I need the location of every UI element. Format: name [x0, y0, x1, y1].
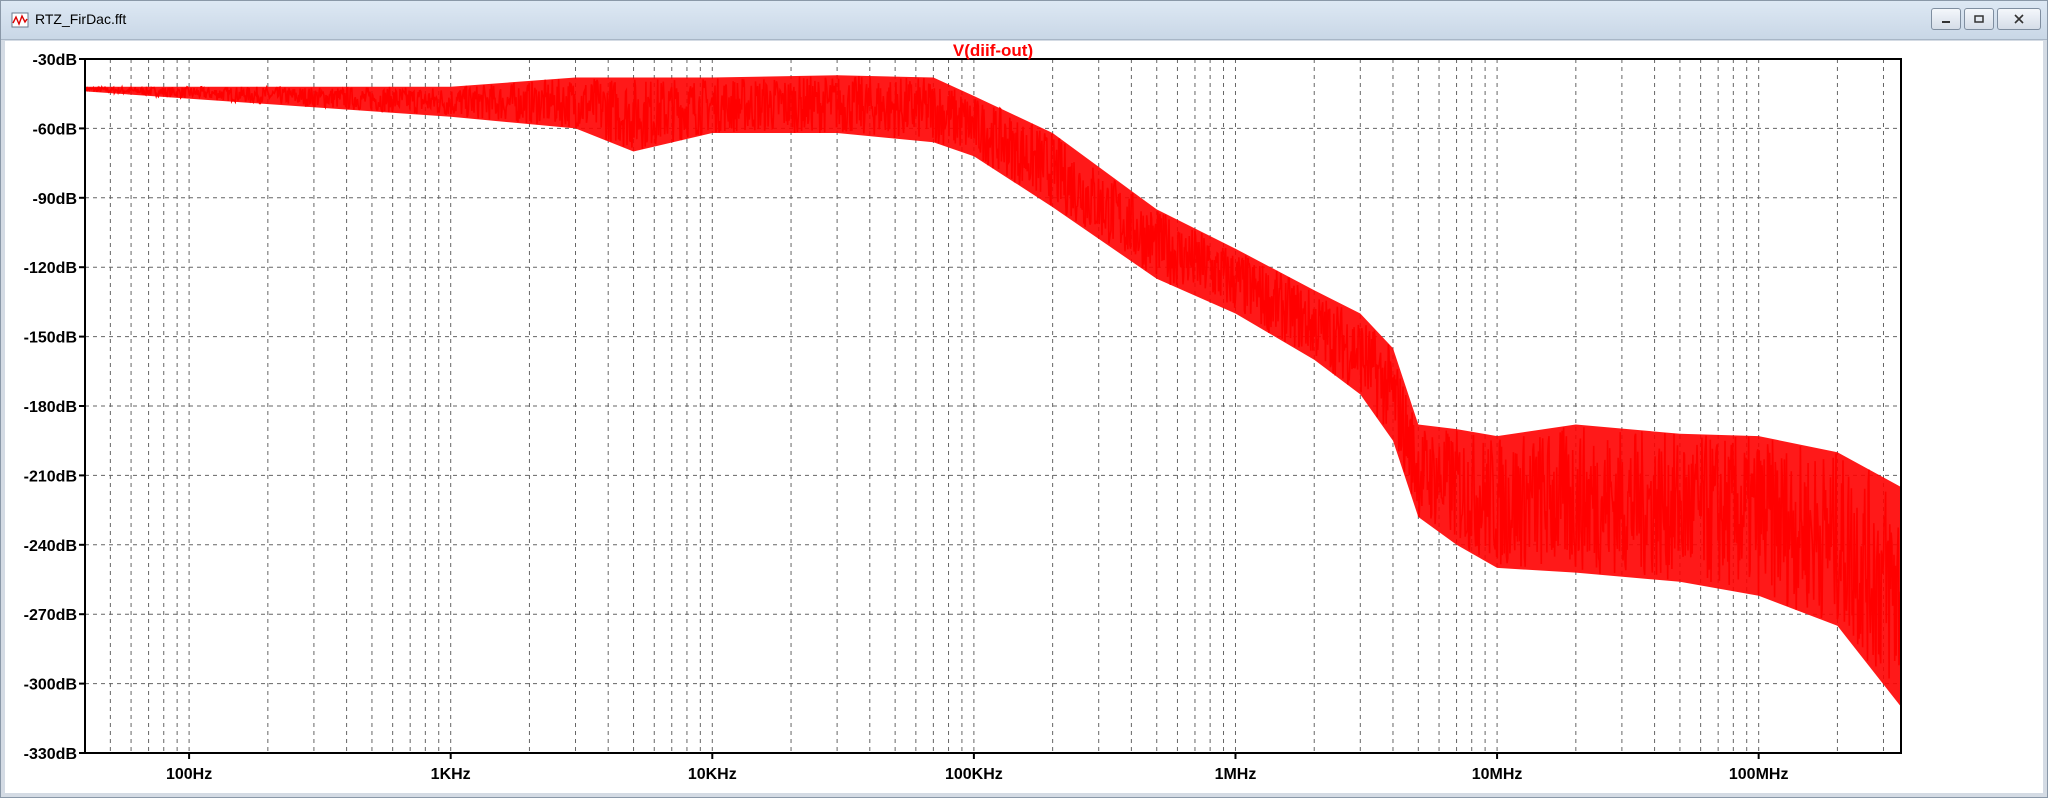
x-tick-label: 100KHz [945, 766, 1003, 783]
spectrum-trace [84, 76, 1902, 679]
minimize-button[interactable] [1931, 8, 1961, 30]
plot-area[interactable]: -30dB -60dB -90dB -120dB -150dB -180dB -210dB -… [5, 41, 2043, 793]
x-tick-label: 10KHz [688, 766, 737, 783]
spectrum-trace-line [84, 76, 1902, 679]
y-tick-label: -90dB [33, 191, 77, 208]
x-tick-label: 1MHz [1215, 766, 1257, 783]
spectrum-band [85, 75, 1901, 707]
x-axis-ticks: 100Hz 1KHz 10KHz 100KHz 1MHz 10MHz 100MHz [166, 753, 1788, 783]
y-tick-label: -300dB [24, 677, 77, 694]
plot-window: RTZ_FirDac.fft -30dB -60dB -90dB -120dB -150… [0, 0, 2048, 798]
y-tick-label: -150dB [24, 330, 77, 347]
y-tick-label: -30dB [33, 52, 77, 69]
close-icon [2014, 14, 2024, 24]
y-axis-ticks: -30dB -60dB -90dB -120dB -150dB -180dB -210dB -… [24, 52, 85, 763]
fft-chart[interactable]: -30dB -60dB -90dB -120dB -150dB -180dB -210dB -… [5, 41, 2043, 793]
y-tick-label: -270dB [24, 607, 77, 624]
y-tick-label: -210dB [24, 468, 77, 485]
spectrum-band-fill [85, 75, 1901, 707]
close-button[interactable] [1997, 8, 2041, 30]
x-tick-label: 1KHz [431, 766, 471, 783]
y-tick-label: -240dB [24, 538, 77, 555]
y-tick-label: -180dB [24, 399, 77, 416]
title-bar[interactable]: RTZ_FirDac.fft [1, 1, 2047, 40]
x-tick-label: 100Hz [166, 766, 212, 783]
restore-icon [1974, 15, 1984, 23]
window-title: RTZ_FirDac.fft [35, 11, 127, 27]
minimize-icon [1942, 21, 1950, 23]
restore-button[interactable] [1964, 8, 1994, 30]
y-tick-label: -330dB [24, 746, 77, 763]
y-tick-label: -60dB [33, 121, 77, 138]
x-tick-label: 100MHz [1729, 766, 1789, 783]
waveform-icon [11, 12, 29, 28]
x-tick-label: 10MHz [1472, 766, 1523, 783]
y-tick-label: -120dB [24, 260, 77, 277]
chart-title[interactable]: V(diif-out) [953, 41, 1033, 60]
